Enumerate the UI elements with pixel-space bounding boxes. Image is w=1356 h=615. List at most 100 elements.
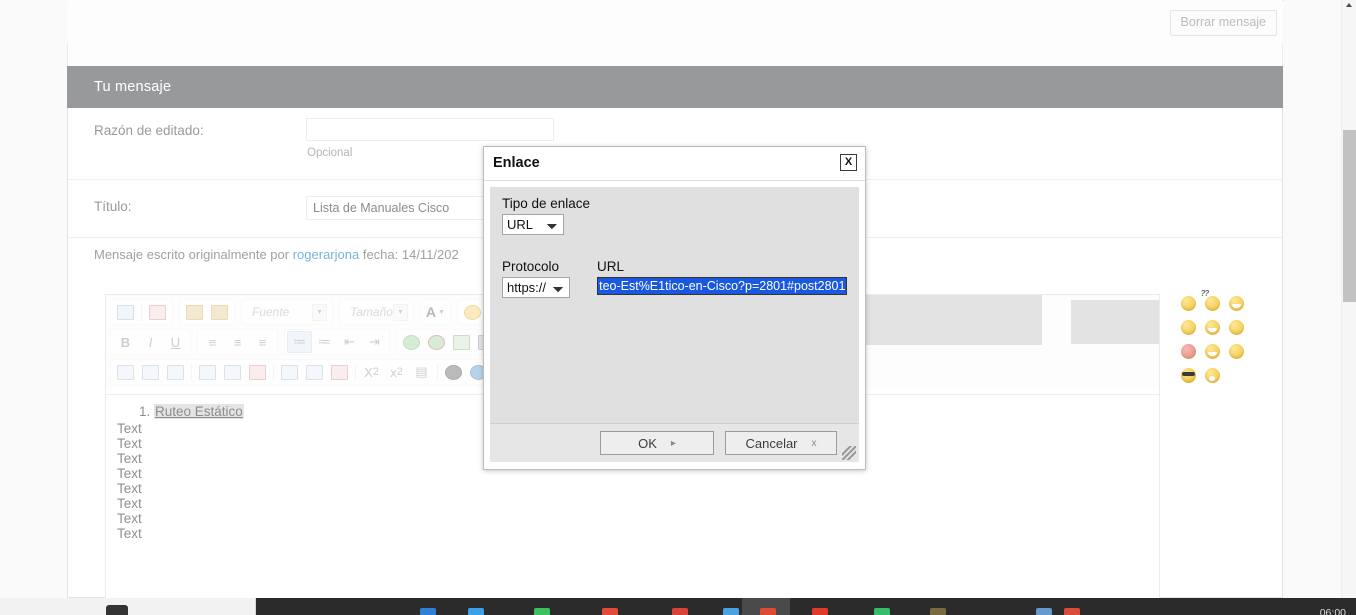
taskbar-icon-10[interactable] bbox=[930, 608, 946, 615]
close-x-icon: x bbox=[812, 438, 817, 449]
toolbar-group-font[interactable]: Fuente ▼ bbox=[241, 299, 333, 325]
attribution-prefix: Mensaje escrito originalmente por bbox=[94, 247, 293, 262]
outdent-icon[interactable]: ⇤ bbox=[337, 331, 362, 353]
insert-column-left-icon[interactable] bbox=[195, 361, 220, 383]
remove-format-icon[interactable] bbox=[145, 301, 170, 323]
taskbar-icon-5[interactable] bbox=[672, 608, 688, 615]
toolbar-group-styles: B I U bbox=[110, 329, 191, 355]
taskbar-icon-1[interactable] bbox=[420, 608, 436, 615]
toolbar-group-spelling bbox=[110, 299, 173, 325]
page-scrollbar[interactable] bbox=[1341, 0, 1356, 598]
close-icon[interactable]: X bbox=[840, 154, 857, 171]
emoticon-frown[interactable] bbox=[1224, 315, 1248, 339]
paste-icon[interactable] bbox=[182, 301, 207, 323]
scrollbar-thumb[interactable] bbox=[1343, 130, 1356, 302]
resize-handle[interactable] bbox=[842, 446, 856, 460]
taskbar-icon-9[interactable] bbox=[874, 608, 890, 615]
protocol-select[interactable]: https:// bbox=[502, 277, 570, 298]
link-type-select[interactable]: URL bbox=[502, 214, 564, 235]
unlink-icon[interactable] bbox=[424, 331, 449, 353]
insert-link-icon[interactable] bbox=[399, 331, 424, 353]
font-size-combo[interactable]: Tamaño ▼ bbox=[342, 301, 411, 323]
scroll-up-icon[interactable] bbox=[1346, 3, 1352, 7]
taskbar-icon-6[interactable] bbox=[723, 608, 739, 615]
table-properties-icon[interactable] bbox=[138, 361, 163, 383]
delete-message-button[interactable]: Borrar mensaje bbox=[1170, 10, 1277, 36]
cancel-label: Cancelar bbox=[745, 436, 797, 451]
insert-row-above-icon[interactable] bbox=[277, 361, 302, 383]
paste-word-icon[interactable] bbox=[207, 301, 232, 323]
taskbar-icon-4[interactable] bbox=[602, 608, 618, 615]
taskbar-start-area[interactable] bbox=[0, 598, 256, 615]
taskbar-icon-2[interactable] bbox=[468, 608, 484, 615]
emoticon-surprised[interactable] bbox=[1200, 363, 1224, 387]
title-label: Título: bbox=[94, 199, 132, 214]
ordered-list-icon[interactable]: ≔ bbox=[287, 331, 312, 353]
cancel-button[interactable]: Cancelar x bbox=[725, 431, 837, 455]
author-link[interactable]: rogerarjona bbox=[293, 247, 360, 262]
emoticon-smile[interactable] bbox=[1176, 291, 1200, 315]
taskbar-icon-3[interactable] bbox=[534, 608, 550, 615]
subscript-glyph: X bbox=[364, 365, 373, 380]
emoticon-big-grin[interactable] bbox=[1200, 315, 1224, 339]
font-name-combo[interactable]: Fuente ▼ bbox=[244, 301, 330, 323]
taskbar-clock: 06:00 bbox=[1320, 607, 1346, 615]
dialog-title: Enlace bbox=[493, 155, 540, 171]
smiley-icon[interactable] bbox=[460, 301, 485, 323]
emoticon-panel: ?? bbox=[1176, 291, 1250, 387]
italic-glyph: I bbox=[149, 335, 153, 350]
start-button-icon[interactable] bbox=[106, 605, 128, 615]
ok-button[interactable]: OK ▸ bbox=[600, 431, 714, 455]
attribution-line: Mensaje escrito originalmente por rogera… bbox=[94, 247, 459, 262]
emoticon-grin[interactable] bbox=[1224, 291, 1248, 315]
underline-icon[interactable]: U bbox=[163, 331, 188, 353]
emoticon-blush[interactable] bbox=[1176, 339, 1200, 363]
insert-column-right-icon[interactable] bbox=[220, 361, 245, 383]
grin-mouth-icon bbox=[1232, 304, 1241, 308]
toolbar-group-size[interactable]: Tamaño ▼ bbox=[339, 299, 414, 325]
editor-text-line: Text bbox=[106, 496, 1159, 511]
emoticon-roll-eyes[interactable] bbox=[1224, 339, 1248, 363]
dialog-titlebar[interactable]: Enlace X bbox=[484, 147, 865, 181]
delete-table-icon[interactable] bbox=[163, 361, 188, 383]
toolbar-group-lists: ≔ ≔ ⇤ ⇥ bbox=[284, 329, 390, 355]
taskbar-icon-12[interactable] bbox=[1064, 608, 1080, 615]
selected-link-text[interactable]: Ruteo Estático bbox=[154, 404, 244, 419]
attribution-suffix: fecha: 14/11/202 bbox=[359, 247, 459, 262]
emoticon-happy[interactable] bbox=[1176, 315, 1200, 339]
subscript-icon[interactable]: X2 bbox=[359, 361, 384, 383]
align-right-icon[interactable]: ≡ bbox=[250, 331, 275, 353]
align-left-icon[interactable]: ≡ bbox=[200, 331, 225, 353]
insert-image-icon[interactable] bbox=[449, 331, 474, 353]
spell-check-icon[interactable] bbox=[113, 301, 138, 323]
delete-column-icon[interactable] bbox=[245, 361, 270, 383]
insert-ball-icon[interactable] bbox=[441, 361, 466, 383]
delete-row-icon[interactable] bbox=[327, 361, 352, 383]
horizontal-rule-icon[interactable]: ▤ bbox=[409, 361, 434, 383]
font-name-label: Fuente bbox=[252, 305, 289, 319]
editor-text-line: Text bbox=[106, 511, 1159, 526]
url-input[interactable] bbox=[597, 277, 847, 295]
italic-icon[interactable]: I bbox=[138, 331, 163, 353]
insert-row-below-icon[interactable] bbox=[302, 361, 327, 383]
taskbar-icon-11[interactable] bbox=[1036, 608, 1052, 615]
unordered-list-icon[interactable]: ≔ bbox=[312, 331, 337, 353]
bold-icon[interactable]: B bbox=[113, 331, 138, 353]
align-center-icon[interactable]: ≡ bbox=[225, 331, 250, 353]
insert-table-icon[interactable] bbox=[113, 361, 138, 383]
reason-input[interactable] bbox=[306, 118, 554, 141]
indent-icon[interactable]: ⇥ bbox=[362, 331, 387, 353]
superscript-index: 2 bbox=[397, 366, 403, 378]
superscript-icon[interactable]: x2 bbox=[384, 361, 409, 383]
editor-text-line: Text bbox=[106, 526, 1159, 541]
emoticon-tongue[interactable] bbox=[1200, 339, 1224, 363]
emoticon-confused[interactable]: ?? bbox=[1200, 291, 1224, 315]
open-mouth-icon bbox=[1209, 376, 1215, 381]
dialog-row-protocol-url: Protocolo https:// URL bbox=[502, 259, 847, 298]
bold-glyph: B bbox=[121, 335, 130, 350]
taskbar-icon-7[interactable] bbox=[760, 608, 776, 615]
text-color-icon[interactable]: A ▼ bbox=[423, 301, 448, 323]
toolbar-group-color: A ▼ bbox=[420, 299, 451, 325]
taskbar-icon-8[interactable] bbox=[812, 608, 828, 615]
emoticon-cool[interactable] bbox=[1176, 363, 1200, 387]
